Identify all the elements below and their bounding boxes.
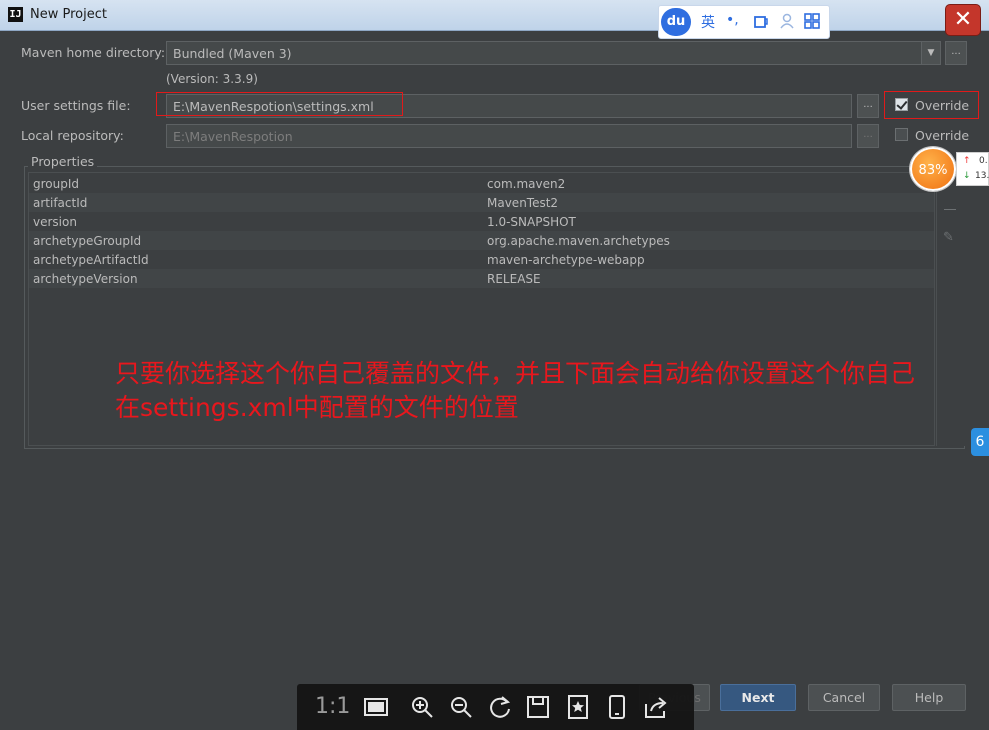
chevron-down-icon[interactable]: ▼ <box>921 42 940 64</box>
property-value: org.apache.maven.archetypes <box>487 234 670 248</box>
table-row[interactable]: version 1.0-SNAPSHOT <box>29 212 934 231</box>
cup-icon[interactable] <box>753 14 769 30</box>
next-button[interactable]: Next <box>720 684 796 711</box>
zoom-out-icon[interactable] <box>448 694 474 720</box>
phone-icon[interactable] <box>604 694 630 720</box>
table-row[interactable]: archetypeGroupId org.apache.maven.archety… <box>29 231 934 250</box>
user-settings-label: User settings file: <box>21 98 131 113</box>
title-bar: IJ New Project <box>0 0 989 31</box>
property-key: archetypeVersion <box>33 272 138 286</box>
maven-home-label: Maven home directory: <box>21 45 166 60</box>
property-value: MavenTest2 <box>487 196 559 210</box>
annotation-line-2: 在settings.xml中配置的文件的位置 <box>115 393 519 422</box>
edit-icon[interactable]: ✎ <box>943 230 954 245</box>
ime-punctuation-toggle[interactable]: •, <box>726 12 739 28</box>
user-settings-browse-button[interactable]: ... <box>857 94 879 118</box>
save-icon[interactable] <box>525 694 551 720</box>
maven-version-text: (Version: 3.3.9) <box>166 72 258 86</box>
property-value: 1.0-SNAPSHOT <box>487 215 576 229</box>
property-key: version <box>33 215 77 229</box>
annotation-line-1: 只要你选择这个你自己覆盖的文件，并且下面会自动给你设置这个你自己 <box>115 359 916 388</box>
arrow-up-icon: ↑ <box>963 156 971 166</box>
user-settings-override-checkbox[interactable] <box>895 98 908 111</box>
local-repository-label: Local repository: <box>21 128 124 143</box>
grid-icon[interactable] <box>804 13 820 29</box>
app-icon: IJ <box>8 7 23 22</box>
local-repository-override-checkbox[interactable] <box>895 128 908 141</box>
properties-title: Properties <box>28 154 98 169</box>
image-viewer-toolbar: 1:1 <box>297 684 694 730</box>
help-button[interactable]: Help <box>892 684 966 711</box>
property-key: groupId <box>33 177 80 191</box>
cancel-button[interactable]: Cancel <box>808 684 880 711</box>
actual-size-button[interactable]: 1:1 <box>315 694 350 719</box>
baidu-ime-logo[interactable]: du <box>661 8 691 36</box>
properties-toolbar: ✎ <box>936 172 965 446</box>
arrow-down-icon: ↓ <box>963 171 971 181</box>
local-repository-override-label: Override <box>915 128 970 143</box>
local-repository-browse-button[interactable]: ... <box>857 124 879 148</box>
user-icon[interactable] <box>779 13 795 29</box>
local-repository-input[interactable]: E:\MavenRespotion <box>166 124 852 148</box>
property-key: archetypeGroupId <box>33 234 142 248</box>
side-tab[interactable]: 6 <box>971 428 989 456</box>
property-value: RELEASE <box>487 272 541 286</box>
window-title: New Project <box>30 7 107 22</box>
user-settings-override-label: Override <box>915 98 970 113</box>
upload-speed: 0. <box>979 156 988 166</box>
maven-home-value: Bundled (Maven 3) <box>173 46 292 61</box>
property-value: maven-archetype-webapp <box>487 253 645 267</box>
property-key: artifactId <box>33 196 88 210</box>
rotate-icon[interactable] <box>487 694 513 720</box>
ime-toolbar: du 英 •, <box>658 5 830 39</box>
maven-home-browse-button[interactable]: ... <box>945 41 967 65</box>
table-row[interactable]: archetypeArtifactId maven-archetype-webap… <box>29 250 934 269</box>
fit-window-icon[interactable] <box>363 694 389 720</box>
table-row[interactable]: artifactId MavenTest2 <box>29 193 934 212</box>
zoom-in-icon[interactable] <box>409 694 435 720</box>
table-row[interactable]: archetypeVersion RELEASE <box>29 269 934 288</box>
maven-home-select[interactable]: Bundled (Maven 3) ▼ <box>166 41 941 65</box>
property-key: archetypeArtifactId <box>33 253 149 267</box>
favorite-icon[interactable] <box>565 694 591 720</box>
speed-badge[interactable]: 83% <box>910 147 956 191</box>
download-speed: 13. <box>975 171 989 181</box>
share-icon[interactable] <box>643 694 669 720</box>
property-value: com.maven2 <box>487 177 566 191</box>
remove-icon[interactable] <box>944 209 956 210</box>
table-row[interactable]: groupId com.maven2 <box>29 174 934 193</box>
annotation-highlight-settings-path <box>156 92 403 116</box>
network-speed-panel: ↑ 0. ↓ 13. <box>956 152 989 186</box>
close-button[interactable]: ✕ <box>945 4 981 36</box>
ime-language-toggle[interactable]: 英 <box>701 12 715 32</box>
